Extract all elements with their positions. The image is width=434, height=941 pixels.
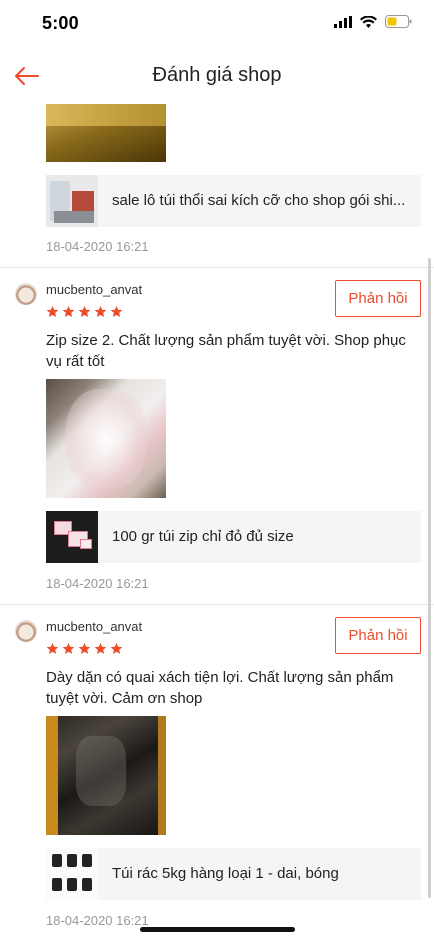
product-name: Túi rác 5kg hàng loại 1 - dai, bóng bbox=[112, 865, 339, 882]
divider bbox=[0, 604, 434, 605]
product-thumbnail bbox=[46, 511, 98, 563]
star-rating bbox=[46, 305, 123, 318]
star-icon bbox=[110, 305, 123, 318]
wifi-icon bbox=[360, 15, 377, 28]
product-link[interactable]: 100 gr túi zip chỉ đỏ đủ size bbox=[46, 511, 421, 563]
product-thumbnail bbox=[46, 848, 98, 900]
avatar bbox=[15, 283, 37, 305]
status-bar: 5:00 bbox=[0, 0, 434, 48]
star-icon bbox=[94, 642, 107, 655]
product-name: 100 gr túi zip chỉ đỏ đủ size bbox=[112, 528, 294, 545]
reply-button[interactable]: Phản hồi bbox=[335, 617, 421, 654]
review-photo[interactable] bbox=[46, 716, 166, 835]
battery-icon bbox=[385, 15, 412, 28]
page-title: Đánh giá shop bbox=[152, 64, 282, 86]
star-icon bbox=[46, 305, 59, 318]
scrollbar[interactable] bbox=[428, 258, 431, 898]
review-text: Zip size 2. Chất lượng sản phẩm tuyệt vờ… bbox=[46, 332, 406, 370]
review-photo[interactable] bbox=[46, 104, 166, 162]
product-name: sale lô túi thổi sai kích cỡ cho shop gó… bbox=[112, 192, 406, 209]
signal-icon bbox=[334, 15, 352, 28]
star-icon bbox=[62, 305, 75, 318]
avatar bbox=[15, 620, 37, 642]
home-indicator[interactable] bbox=[140, 927, 295, 932]
review-photo[interactable] bbox=[46, 379, 166, 498]
review-date: 18-04-2020 16:21 bbox=[46, 576, 149, 591]
star-icon bbox=[62, 642, 75, 655]
product-thumbnail bbox=[46, 175, 98, 227]
status-time: 5:00 bbox=[42, 13, 79, 33]
star-icon bbox=[78, 642, 91, 655]
header: Đánh giá shop bbox=[0, 48, 434, 104]
status-icons bbox=[334, 15, 412, 28]
divider bbox=[0, 267, 434, 268]
product-link[interactable]: Túi rác 5kg hàng loại 1 - dai, bóng bbox=[46, 848, 421, 900]
star-rating bbox=[46, 642, 123, 655]
reply-button[interactable]: Phản hồi bbox=[335, 280, 421, 317]
review-date: 18-04-2020 16:21 bbox=[46, 913, 149, 928]
review-text: Dày dặn có quai xách tiện lợi. Chất lượn… bbox=[46, 669, 394, 707]
star-icon bbox=[110, 642, 123, 655]
star-icon bbox=[46, 642, 59, 655]
star-icon bbox=[78, 305, 91, 318]
reviews-list[interactable]: sale lô túi thổi sai kích cỡ cho shop gó… bbox=[0, 104, 434, 941]
product-link[interactable]: sale lô túi thổi sai kích cỡ cho shop gó… bbox=[46, 175, 421, 227]
star-icon bbox=[94, 305, 107, 318]
username: mucbento_anvat bbox=[46, 282, 143, 297]
username: mucbento_anvat bbox=[46, 619, 143, 634]
review-date: 18-04-2020 16:21 bbox=[46, 239, 149, 254]
